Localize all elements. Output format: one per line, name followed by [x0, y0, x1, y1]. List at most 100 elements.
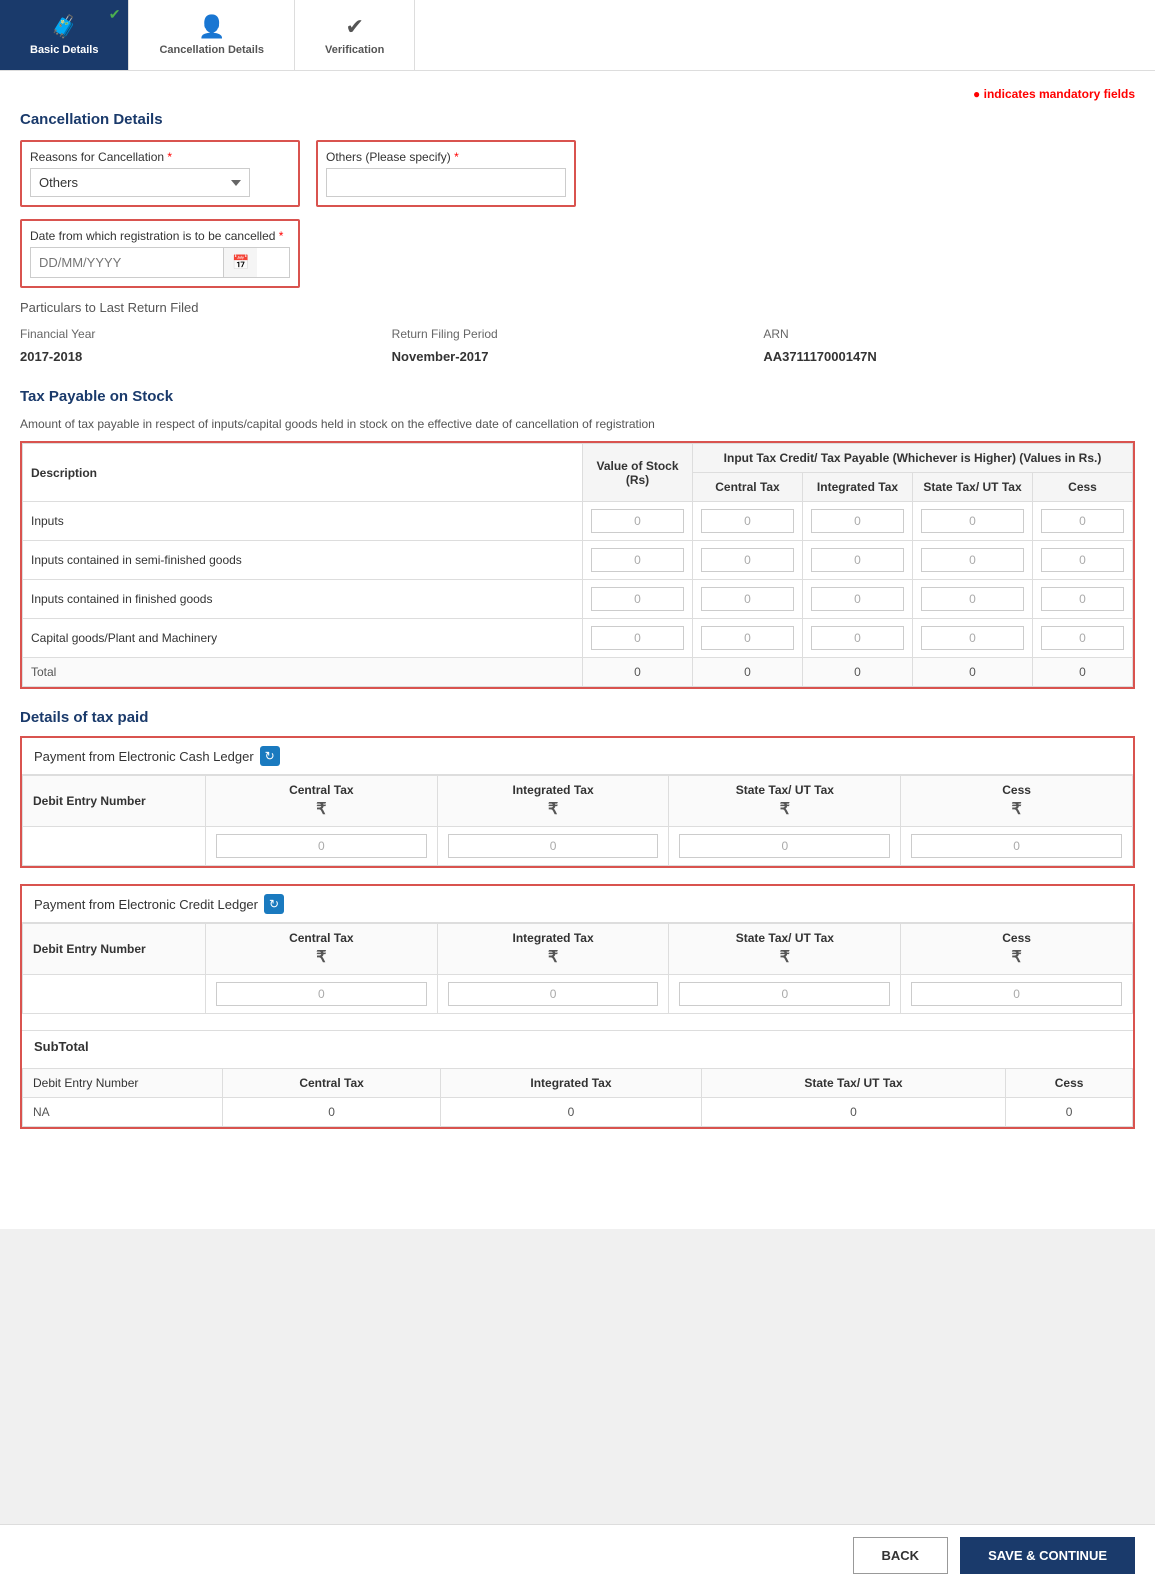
stock-row: Total 0 0 0 0 0 — [23, 658, 1133, 687]
main-content: ● indicates mandatory fields Cancellatio… — [0, 71, 1155, 1229]
stock-cess-2 — [1033, 580, 1133, 619]
stock-cess-input-0[interactable] — [1041, 509, 1124, 533]
stock-it-input-0[interactable] — [811, 509, 904, 533]
subtotal-section: SubTotal Debit Entry Number Central Tax … — [22, 1030, 1133, 1127]
stock-cess-input-1[interactable] — [1041, 548, 1124, 572]
subtotal-integrated-value: 0 — [441, 1098, 702, 1127]
basic-details-icon: 🧳 — [51, 14, 78, 40]
date-input[interactable] — [31, 249, 223, 276]
others-input[interactable] — [326, 168, 566, 197]
subtotal-table: Debit Entry Number Central Tax Integrate… — [22, 1068, 1133, 1127]
stock-cess-3 — [1033, 619, 1133, 658]
cash-central-input[interactable] — [216, 834, 427, 858]
cash-cess-label: Cess — [1002, 783, 1031, 797]
cancellation-form-row: Reasons for Cancellation * Others Others… — [20, 140, 1135, 207]
credit-state-icon: ₹ — [679, 947, 890, 967]
stock-row: Capital goods/Plant and Machinery — [23, 619, 1133, 658]
wizard-step-verification[interactable]: ✔ Verification — [295, 0, 415, 70]
stock-vos-4: 0 — [583, 658, 693, 687]
credit-cess-icon: ₹ — [911, 947, 1122, 967]
tax-payable-section: Tax Payable on Stock Amount of tax payab… — [20, 388, 1135, 689]
credit-ledger-label: Payment from Electronic Credit Ledger — [34, 897, 258, 912]
stock-st-input-3[interactable] — [921, 626, 1024, 650]
stock-vos-input-0[interactable] — [591, 509, 684, 533]
credit-cess-header: Cess ₹ — [901, 924, 1133, 975]
cash-integrated-label: Integrated Tax — [513, 783, 594, 797]
fy-header: Financial Year — [20, 323, 392, 345]
mandatory-dot: ● — [973, 87, 980, 101]
particulars-title: Particulars to Last Return Filed — [20, 300, 1135, 315]
credit-integrated-cell — [437, 975, 669, 1014]
credit-state-label: State Tax/ UT Tax — [736, 931, 834, 945]
stock-st-0 — [913, 502, 1033, 541]
cash-state-label: State Tax/ UT Tax — [736, 783, 834, 797]
itc-group-header: Input Tax Credit/ Tax Payable (Whichever… — [693, 444, 1133, 473]
wizard-step-basic-details[interactable]: 🧳 ✔ Basic Details — [0, 0, 129, 70]
cash-cess-header: Cess ₹ — [901, 776, 1133, 827]
stock-st-input-1[interactable] — [921, 548, 1024, 572]
stock-it-input-1[interactable] — [811, 548, 904, 572]
calendar-icon[interactable]: 📅 — [223, 248, 257, 277]
particulars-section: Particulars to Last Return Filed Financi… — [20, 300, 1135, 368]
stock-cess-input-3[interactable] — [1041, 626, 1124, 650]
tax-payable-title: Tax Payable on Stock — [20, 388, 1135, 405]
stock-st-input-2[interactable] — [921, 587, 1024, 611]
credit-state-input[interactable] — [679, 982, 890, 1006]
reasons-select[interactable]: Others — [30, 168, 250, 197]
stock-st-input-0[interactable] — [921, 509, 1024, 533]
cess-header: Cess — [1033, 473, 1133, 502]
cash-ledger-refresh-icon[interactable]: ↻ — [260, 746, 280, 766]
credit-integrated-input[interactable] — [448, 982, 659, 1006]
mandatory-note-text: indicates mandatory fields — [984, 87, 1135, 101]
subtotal-state-value: 0 — [701, 1098, 1005, 1127]
credit-integrated-label: Integrated Tax — [513, 931, 594, 945]
stock-vos-input-3[interactable] — [591, 626, 684, 650]
stock-ct-input-0[interactable] — [701, 509, 794, 533]
arn-value: AA371117000147N — [763, 345, 1135, 368]
wizard-step-cancellation-details[interactable]: 👤 Cancellation Details — [129, 0, 295, 70]
credit-cess-input[interactable] — [911, 982, 1122, 1006]
verification-label: Verification — [325, 44, 384, 56]
cash-debit-label: Debit Entry Number — [33, 794, 146, 808]
credit-central-header: Central Tax ₹ — [205, 924, 437, 975]
stock-cess-input-2[interactable] — [1041, 587, 1124, 611]
stock-ct-1 — [693, 541, 803, 580]
cash-state-cell — [669, 827, 901, 866]
stock-st-4: 0 — [913, 658, 1033, 687]
stock-it-input-3[interactable] — [811, 626, 904, 650]
stock-ct-input-2[interactable] — [701, 587, 794, 611]
tax-payable-desc: Amount of tax payable in respect of inpu… — [20, 417, 1135, 431]
stock-vos-input-1[interactable] — [591, 548, 684, 572]
date-group: Date from which registration is to be ca… — [20, 219, 300, 288]
stock-vos-3 — [583, 619, 693, 658]
stock-ct-input-3[interactable] — [701, 626, 794, 650]
reasons-label: Reasons for Cancellation * — [30, 150, 290, 164]
subtotal-cess-header: Cess — [1006, 1069, 1133, 1098]
credit-state-header: State Tax/ UT Tax ₹ — [669, 924, 901, 975]
cash-central-label: Central Tax — [289, 783, 353, 797]
reasons-group: Reasons for Cancellation * Others — [20, 140, 300, 207]
subtotal-title: SubTotal — [22, 1030, 1133, 1062]
credit-ledger-refresh-icon[interactable]: ↻ — [264, 894, 284, 914]
central-tax-header: Central Tax — [693, 473, 803, 502]
stock-it-input-2[interactable] — [811, 587, 904, 611]
particulars-table: Financial Year Return Filing Period ARN … — [20, 323, 1135, 368]
desc-col-header: Description — [23, 444, 583, 502]
stock-desc-4: Total — [23, 658, 583, 687]
back-button[interactable]: BACK — [853, 1537, 949, 1574]
cash-central-icon: ₹ — [216, 799, 427, 819]
cash-state-input[interactable] — [679, 834, 890, 858]
basic-details-label: Basic Details — [30, 44, 98, 56]
stock-ct-input-1[interactable] — [701, 548, 794, 572]
cash-integrated-cell — [437, 827, 669, 866]
fy-value: 2017-2018 — [20, 345, 392, 368]
stock-row: Inputs contained in semi-finished goods — [23, 541, 1133, 580]
stock-table-wrapper: Description Value of Stock (Rs) Input Ta… — [20, 441, 1135, 689]
save-continue-button[interactable]: SAVE & CONTINUE — [960, 1537, 1135, 1574]
stock-vos-input-2[interactable] — [591, 587, 684, 611]
credit-central-input[interactable] — [216, 982, 427, 1006]
subtotal-cess-value: 0 — [1006, 1098, 1133, 1127]
cash-integrated-input[interactable] — [448, 834, 659, 858]
cash-cess-input[interactable] — [911, 834, 1122, 858]
cancellation-details-title: Cancellation Details — [20, 111, 1135, 128]
